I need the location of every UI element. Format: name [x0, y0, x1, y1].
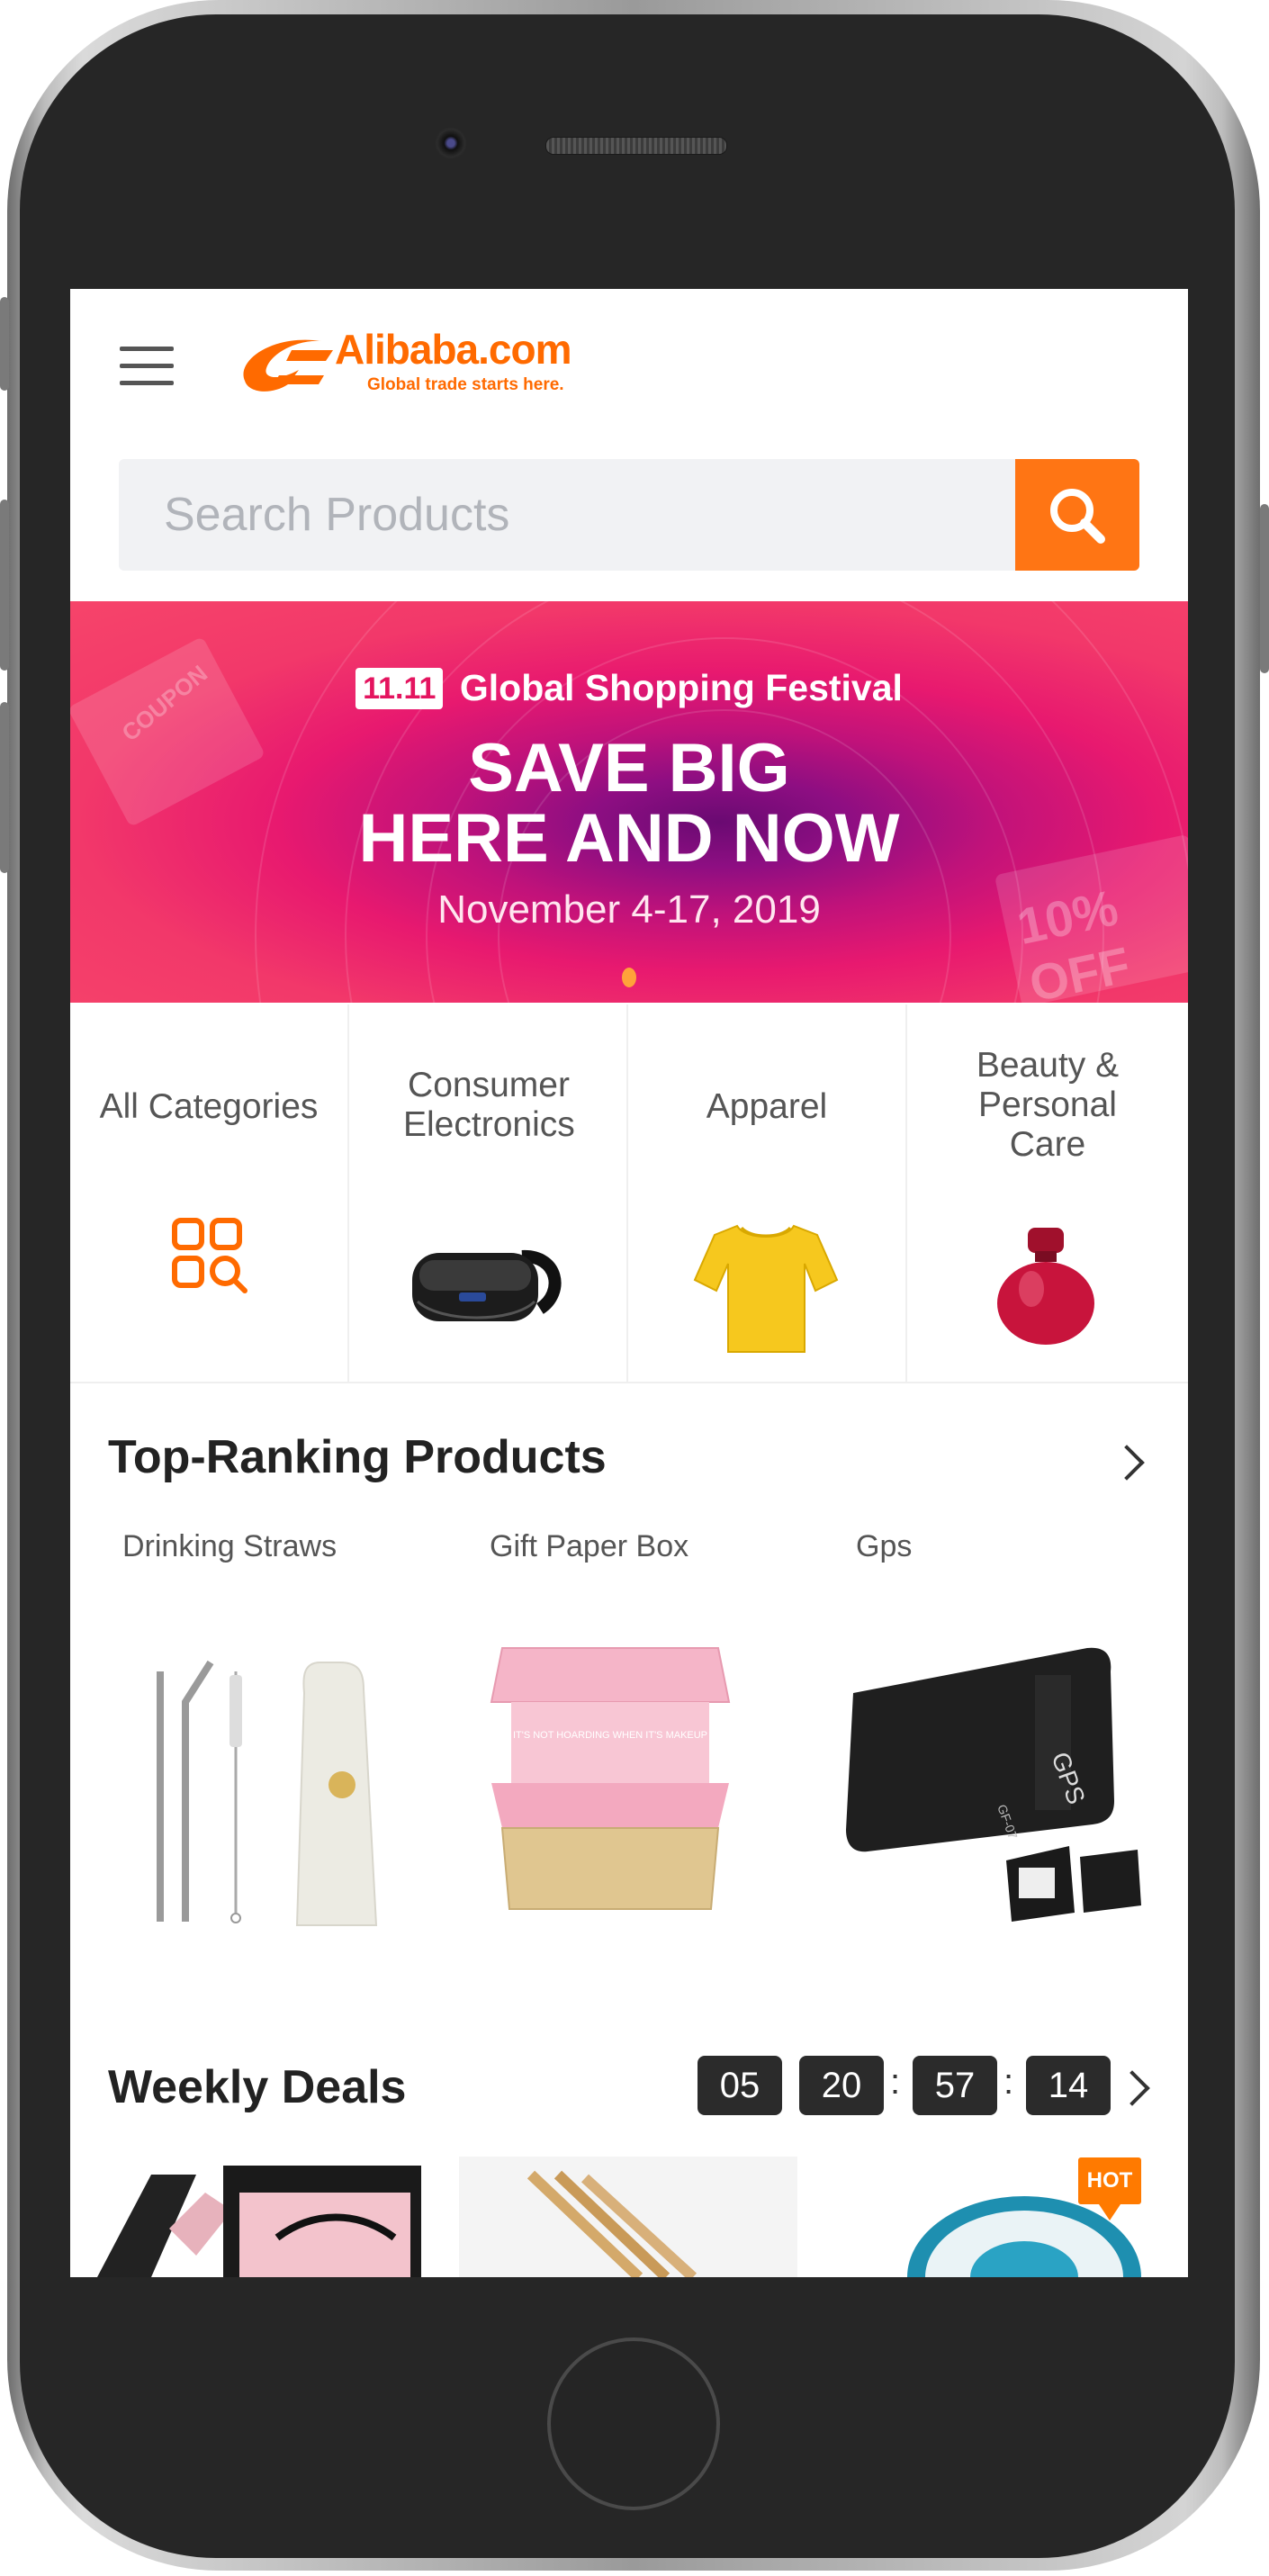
earpiece-speaker	[545, 137, 727, 155]
search-button[interactable]	[1015, 459, 1139, 571]
banner-headline-2: HERE AND NOW	[358, 800, 900, 877]
app-header: Alibaba.com Global trade starts here.	[70, 289, 1188, 433]
front-camera	[435, 127, 467, 159]
top-ranking-title: Top-Ranking Products	[108, 1431, 607, 1483]
category-apparel[interactable]: Apparel	[628, 1004, 907, 1382]
search-bar	[119, 459, 1022, 571]
festival-name: Global Shopping Festival	[459, 667, 903, 708]
category-label: All Categories	[99, 1087, 319, 1126]
banner-dates: November 4-17, 2019	[437, 887, 821, 932]
promo-banner[interactable]: COUPON 10% OFF 11.11 Global Shopping Fes…	[70, 601, 1188, 1003]
timer-seconds: 14	[1026, 2056, 1111, 2115]
weekly-deals-chevron-icon[interactable]	[1114, 2070, 1150, 2106]
volume-down-button	[0, 702, 9, 873]
top-ranking-chevron-icon[interactable]	[1109, 1445, 1145, 1481]
home-button[interactable]	[547, 2337, 720, 2510]
search-input[interactable]	[119, 459, 1022, 571]
timer-hours: 20	[799, 2056, 884, 2115]
alibaba-logo[interactable]: Alibaba.com Global trade starts here.	[236, 325, 614, 406]
logo-wordmark: Alibaba.com	[335, 326, 572, 373]
alibaba-swoosh-icon	[243, 339, 333, 392]
grid-search-icon	[172, 1218, 248, 1293]
gift-box-printed-text: IT'S NOT HOARDING WHEN IT'S MAKEUP	[513, 1730, 707, 1741]
power-button	[1260, 504, 1269, 673]
category-all[interactable]: All Categories	[70, 1004, 349, 1382]
category-beauty[interactable]: Beauty & Personal Care	[907, 1004, 1186, 1382]
wooden-straws-deal-image[interactable]	[459, 2157, 797, 2277]
category-label: Beauty & Personal Care	[976, 1046, 1120, 1164]
gift-paper-box-image[interactable]: IT'S NOT HOARDING WHEN IT'S MAKEUP	[475, 1621, 745, 1945]
vr-headset-image	[412, 1250, 562, 1321]
mute-switch	[0, 297, 9, 391]
weekly-deals-title: Weekly Deals	[108, 2061, 407, 2113]
gps-tracker-image[interactable]: GPS GF-07	[826, 1621, 1168, 1945]
timer-separator: :	[1004, 2062, 1014, 2102]
rank-item-label[interactable]: Gift Paper Box	[490, 1529, 688, 1564]
search-icon	[1050, 489, 1105, 544]
perfume-bottle-image	[997, 1228, 1094, 1345]
rank-item-label[interactable]: Gps	[856, 1529, 912, 1564]
menu-icon[interactable]	[120, 347, 174, 386]
rank-item-label[interactable]: Drinking Straws	[122, 1529, 337, 1564]
timer-days: 05	[698, 2056, 782, 2115]
timer-separator: :	[890, 2062, 901, 2102]
eyelashes-deal-image[interactable]	[97, 2157, 439, 2277]
banner-headline-1: SAVE BIG	[468, 730, 790, 806]
volume-up-button	[0, 500, 9, 671]
category-strip: All Categories Consumer Electronics Appa…	[70, 1004, 1188, 1383]
timer-minutes: 57	[913, 2056, 997, 2115]
app-screen: Alibaba.com Global trade starts here. CO…	[70, 289, 1188, 2277]
festival-row: 11.11 Global Shopping Festival	[70, 667, 1188, 709]
category-label: Consumer Electronics	[403, 1066, 575, 1144]
category-consumer-electronics[interactable]: Consumer Electronics	[349, 1004, 628, 1382]
hot-badge: HOT	[1078, 2157, 1141, 2220]
carousel-indicator[interactable]	[622, 968, 636, 987]
logo-tagline: Global trade starts here.	[367, 375, 564, 394]
yellow-tshirt-image	[693, 1224, 839, 1353]
drinking-straws-image[interactable]	[97, 1621, 430, 1945]
festival-logo: 11.11	[356, 667, 444, 709]
category-label: Apparel	[706, 1087, 828, 1126]
